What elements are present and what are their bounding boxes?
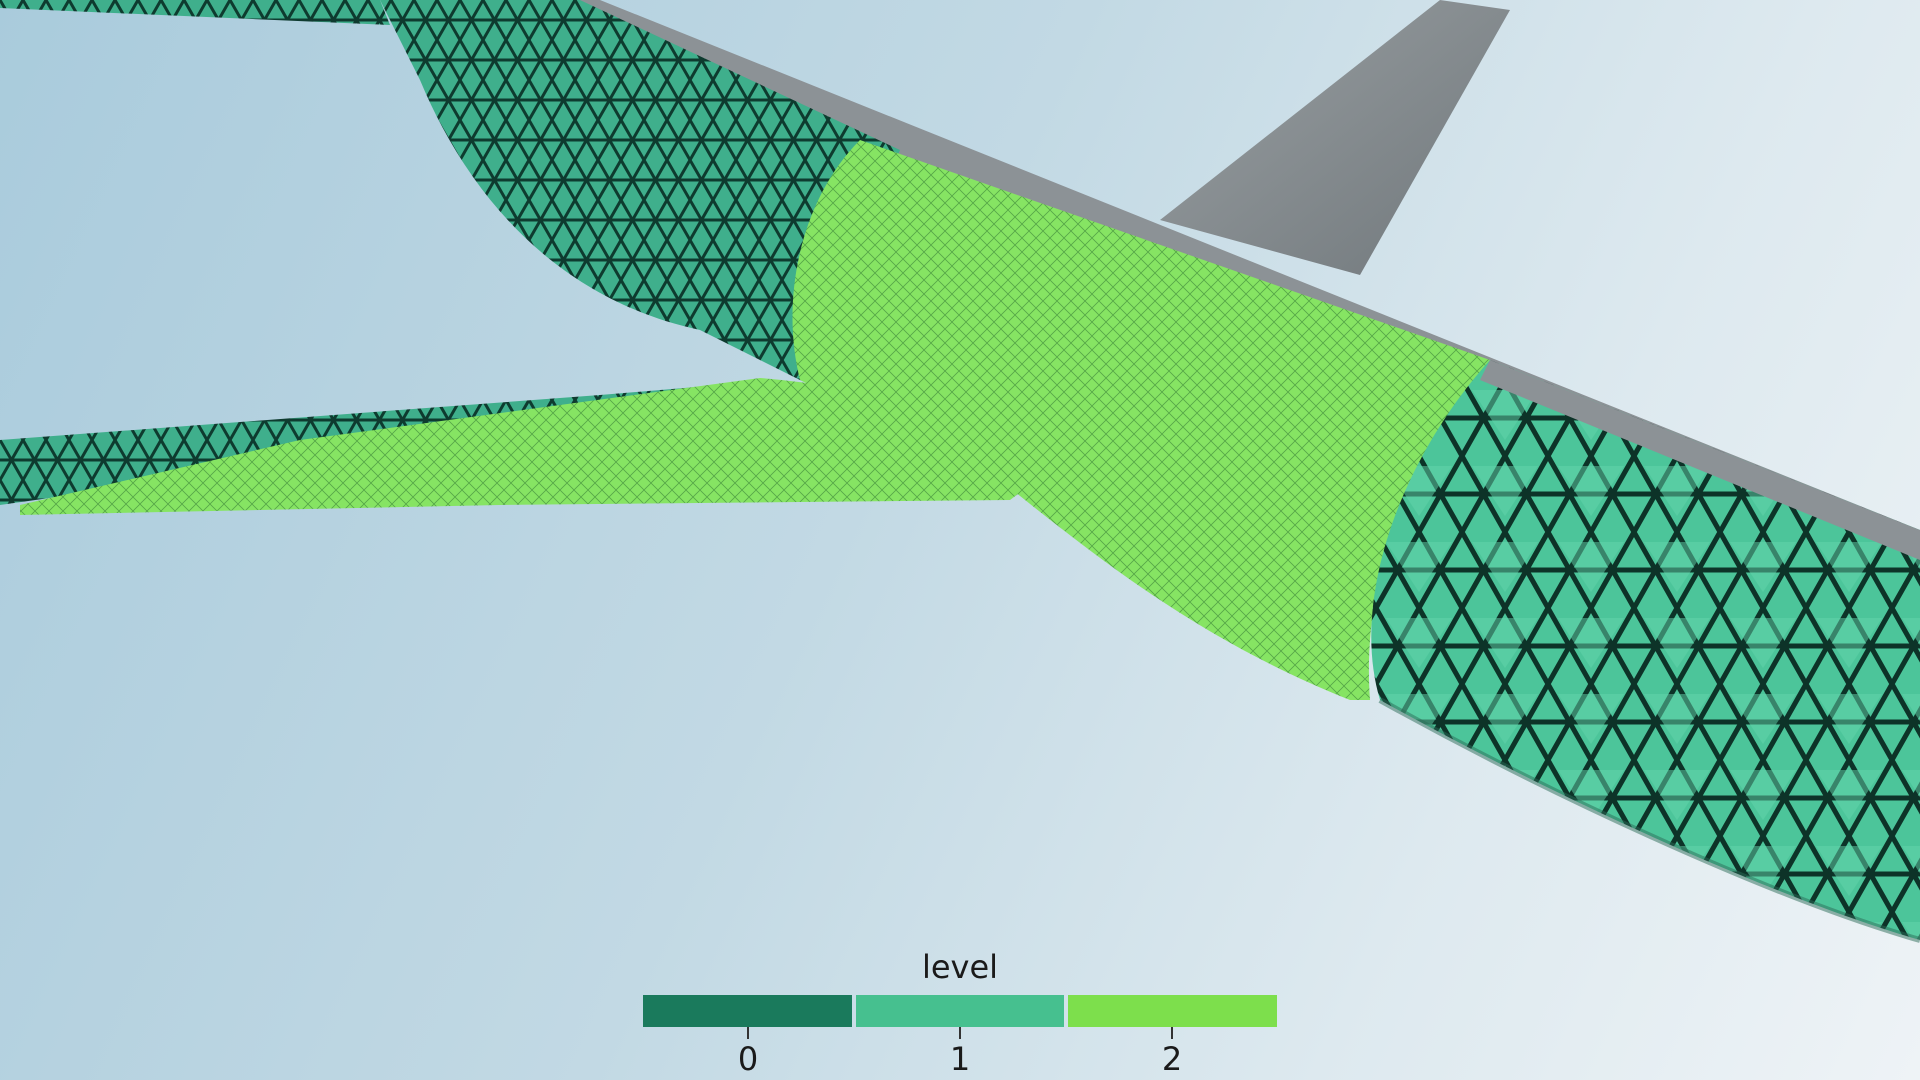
far-wing <box>0 0 390 25</box>
legend-swatch-level-2 <box>1068 995 1278 1027</box>
legend-tick-2 <box>1171 1027 1173 1039</box>
legend-tick-1 <box>959 1027 961 1039</box>
legend-label-0: 0 <box>737 1040 759 1078</box>
legend-label-1: 1 <box>949 1040 971 1078</box>
legend-swatch-level-0 <box>643 995 852 1027</box>
legend-label-2: 2 <box>1161 1040 1183 1078</box>
legend-tick-0 <box>747 1027 749 1039</box>
aircraft-mesh-render <box>0 0 1920 943</box>
tail-fin <box>1160 0 1510 275</box>
legend-swatch-level-1 <box>855 995 1065 1027</box>
legend-colorbar <box>643 995 1278 1027</box>
color-legend: level 0 1 2 <box>643 948 1278 1078</box>
legend-title: level <box>921 948 999 986</box>
